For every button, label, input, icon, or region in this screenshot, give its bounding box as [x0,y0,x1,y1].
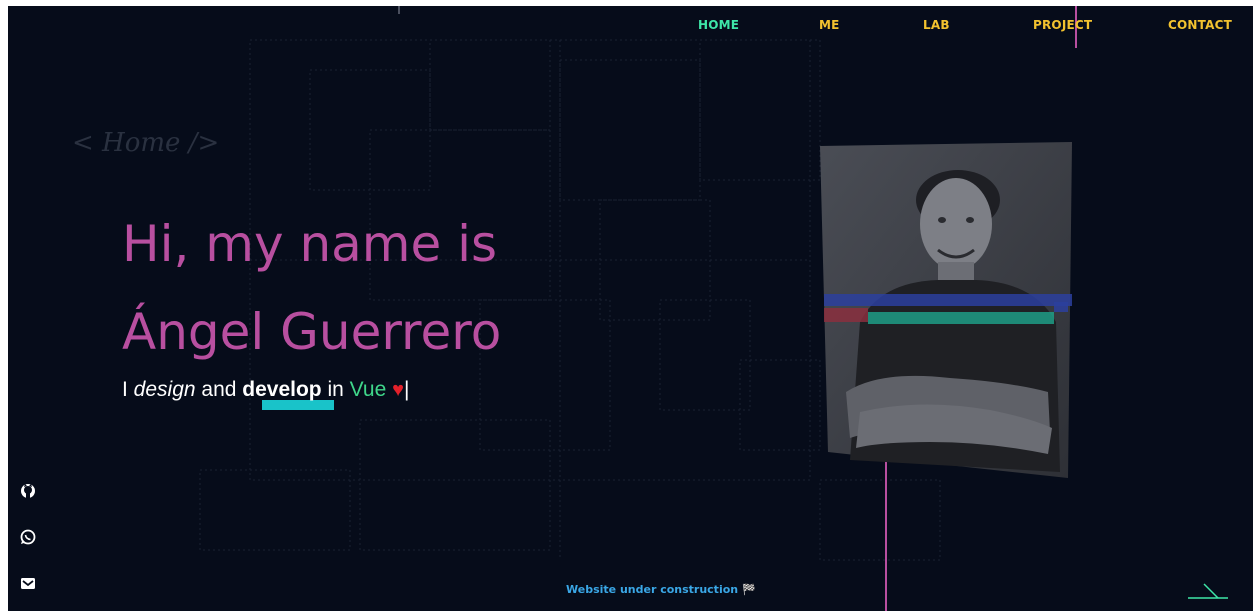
github-link[interactable] [18,481,38,501]
tagline-develop: develop [242,378,322,401]
tagline-vue: Vue [349,378,387,401]
mail-icon [21,578,35,589]
hero-headline: Hi, my name is Ángel Guerrero [122,200,501,376]
nav-contact[interactable]: CONTACT [1168,18,1232,32]
main-nav: HOME ME LAB PROJECT CONTACT [690,18,1232,36]
window-left-edge [0,0,8,611]
nav-me[interactable]: ME [819,18,840,32]
tagline-part-1: I [122,378,134,401]
construction-notice: Website under construction 🏁 [566,583,756,596]
construction-text: Website under construction [566,583,739,596]
nav-lab[interactable]: LAB [923,18,950,32]
tagline-design: design [133,378,196,401]
typing-cursor: | [403,378,410,401]
mail-link[interactable] [18,574,38,594]
headline-line-1: Hi, my name is [122,215,498,273]
whatsapp-link[interactable] [18,527,38,547]
tagline-part-3: in [321,378,350,401]
whatsapp-icon [20,529,36,545]
github-icon [21,484,35,498]
profile-photo [820,142,1072,478]
tagline-part-2: and [195,378,243,401]
hero-tagline: I design and develop in Vue ♥| [122,378,410,410]
nav-home[interactable]: HOME [698,18,739,32]
nav-project[interactable]: PROJECT [1033,18,1092,32]
heart-icon: ♥ [392,379,404,401]
headline-line-2: Ángel Guerrero [122,303,502,361]
develop-highlight [262,400,334,410]
checkered-flag-icon: 🏁 [742,583,756,596]
scroll-next-arrow-icon[interactable] [1188,580,1230,602]
section-tag: < Home /> [72,128,220,158]
